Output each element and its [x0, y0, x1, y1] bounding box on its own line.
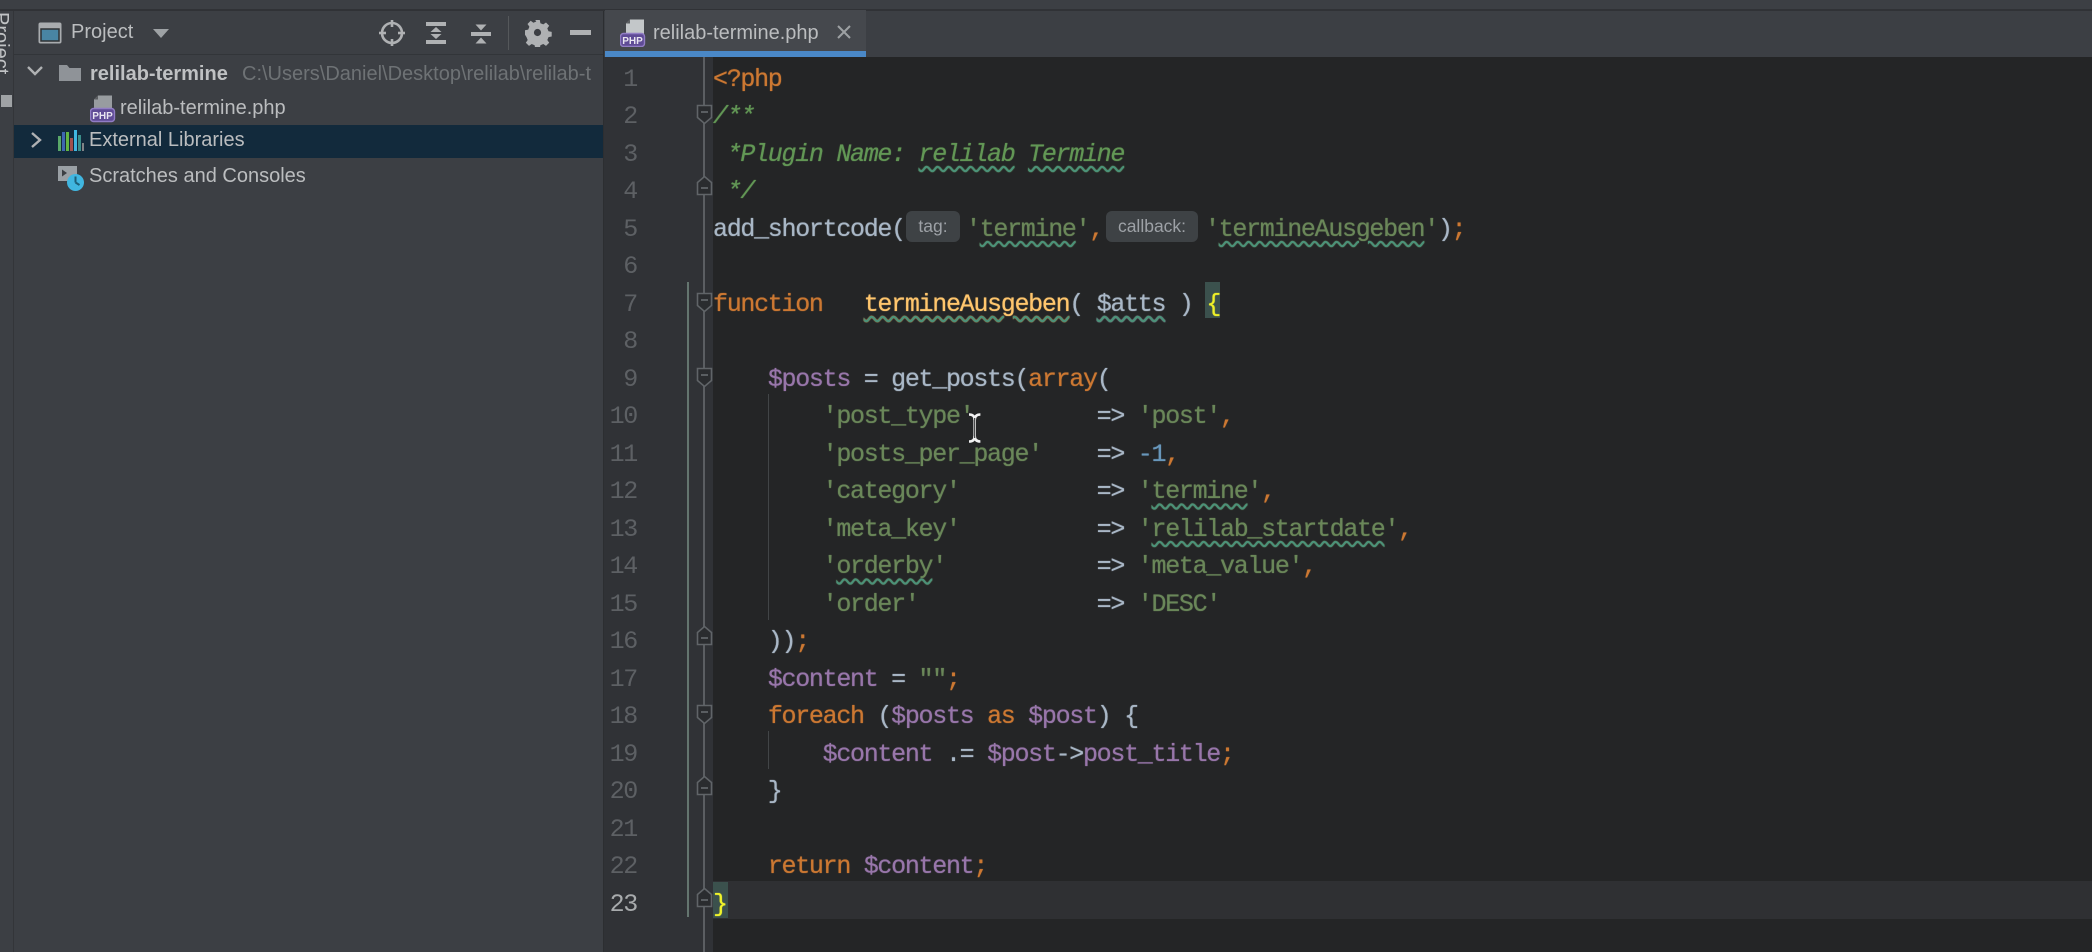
svg-text:PHP: PHP	[92, 111, 113, 122]
svg-text:PHP: PHP	[622, 36, 643, 47]
